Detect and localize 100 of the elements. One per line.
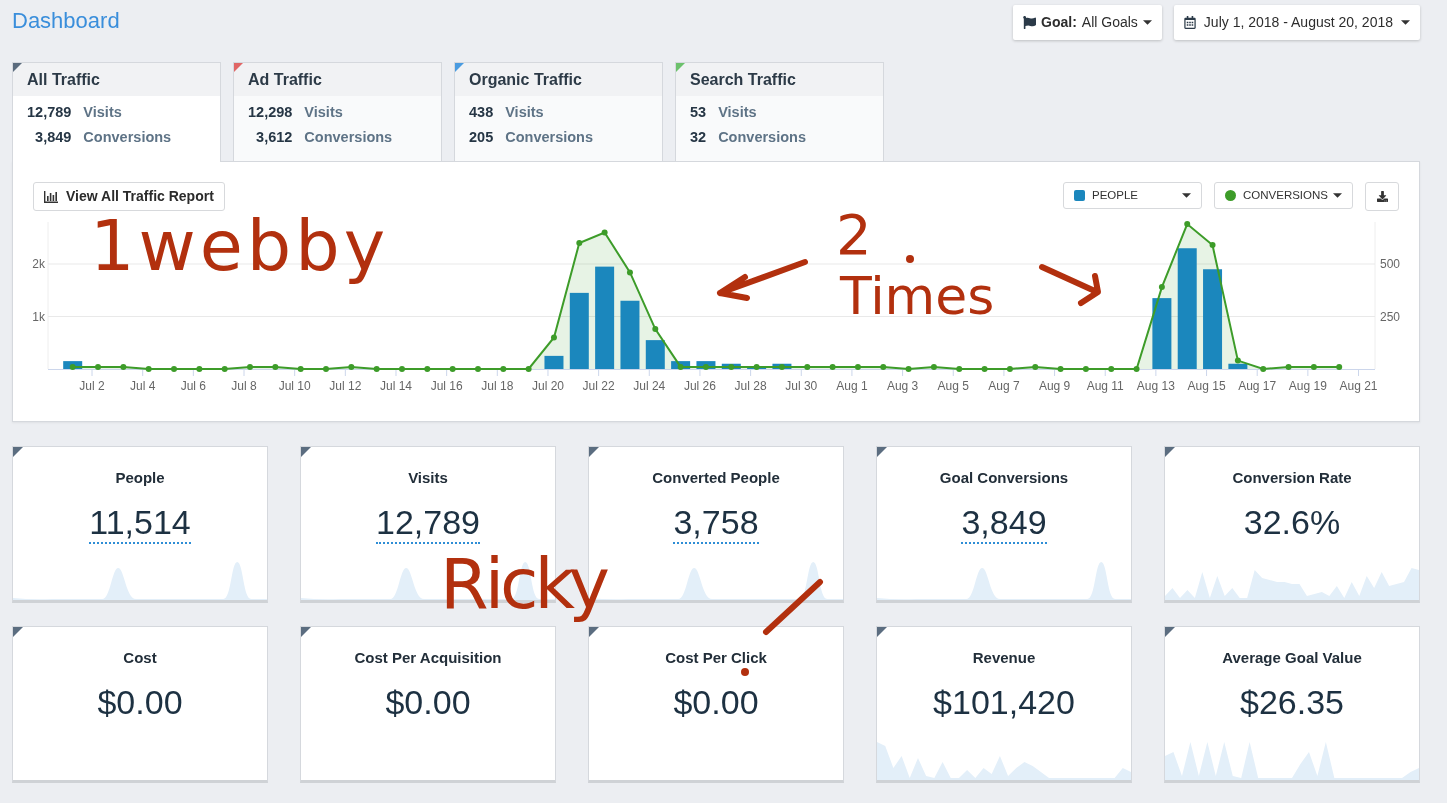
- data-point: [677, 363, 684, 370]
- metric-value: $0.00: [385, 682, 471, 723]
- axis-label: Jul 16: [430, 379, 463, 393]
- arrow-icon: [1036, 262, 1104, 308]
- data-point: [1184, 221, 1191, 228]
- axis-label: Aug 13: [1136, 379, 1175, 393]
- data-point: [601, 229, 608, 236]
- data-point: [576, 240, 583, 246]
- data-point: [550, 334, 557, 341]
- axis-label: Aug 11: [1086, 379, 1124, 393]
- data-point: [1158, 284, 1165, 291]
- data-point: [1057, 366, 1064, 372]
- series-dropdown[interactable]: CONVERSIONS: [1214, 182, 1353, 209]
- metric-title: Converted People: [652, 468, 780, 488]
- ink-dot-icon: [741, 668, 749, 676]
- metric-title: People: [115, 468, 165, 488]
- data-point: [1285, 363, 1292, 370]
- download-icon: [1376, 191, 1388, 202]
- conversions-count: 32: [690, 128, 707, 147]
- metric-value: 3,758: [673, 502, 759, 544]
- corner-marker-icon: [1165, 627, 1175, 637]
- corner-marker-icon: [589, 447, 599, 457]
- tab-title: All Traffic: [27, 69, 100, 90]
- data-point: [956, 366, 963, 372]
- series-dropdown[interactable]: PEOPLE: [1063, 182, 1202, 209]
- bar-chart-icon: [44, 190, 58, 203]
- corner-marker-icon: [589, 627, 599, 637]
- axis-label: Jul 18: [481, 379, 514, 393]
- data-point: [981, 366, 988, 372]
- data-point: [247, 363, 253, 370]
- chart-bar: [620, 300, 640, 369]
- metric-title: Cost: [123, 648, 157, 668]
- date-range-dropdown[interactable]: July 1, 2018 - August 20, 2018: [1173, 5, 1420, 40]
- axis-label: Aug 21: [1339, 379, 1378, 393]
- data-point: [1108, 366, 1115, 372]
- data-point: [500, 366, 507, 372]
- data-point: [145, 366, 152, 372]
- metric-title: Cost Per Acquisition: [354, 648, 502, 668]
- data-point: [1310, 363, 1317, 370]
- data-point: [930, 363, 937, 370]
- corner-marker-icon: [13, 447, 23, 457]
- data-point: [323, 366, 329, 372]
- axis-label: 1k: [32, 309, 45, 324]
- corner-marker-icon: [301, 627, 311, 637]
- data-point: [778, 363, 785, 370]
- download-button[interactable]: [1365, 182, 1399, 211]
- data-point: [880, 363, 887, 370]
- data-point: [196, 366, 203, 372]
- axis-label: Jul 6: [180, 379, 207, 393]
- corner-marker-icon: [1165, 447, 1175, 457]
- traffic-tab[interactable]: Search Traffic 53 Visits 32 Conversions: [675, 62, 884, 161]
- data-point: [120, 363, 127, 370]
- ink-dot-icon: [906, 255, 914, 263]
- axis-label: Jul 12: [329, 379, 362, 393]
- traffic-tab[interactable]: Organic Traffic 438 Visits 205 Conversions: [454, 62, 663, 161]
- metric-value: $0.00: [97, 682, 183, 723]
- visits-count: 53: [690, 103, 707, 122]
- ink-stroke-icon: [762, 578, 824, 636]
- traffic-tab[interactable]: Ad Traffic 12,298 Visits 3,612 Conversions: [233, 62, 442, 161]
- axis-label: Aug 15: [1187, 379, 1226, 393]
- data-point: [829, 363, 836, 370]
- axis-label: Jul 20: [531, 379, 564, 393]
- data-point: [95, 363, 102, 370]
- data-point: [424, 366, 431, 372]
- data-point: [702, 363, 709, 370]
- corner-marker-icon: [877, 627, 887, 637]
- caret-icon: [1182, 193, 1191, 198]
- axis-label: Jul 10: [278, 379, 311, 393]
- axis-label: Jul 28: [734, 379, 767, 393]
- axis-label: 500: [1380, 257, 1401, 271]
- data-point: [728, 363, 735, 370]
- metric-title: Cost Per Click: [665, 648, 767, 668]
- data-point: [626, 269, 633, 276]
- axis-label: Aug 9: [1038, 379, 1071, 393]
- metric-value: 11,514: [89, 502, 191, 544]
- data-point: [1032, 363, 1039, 370]
- caret-icon: [1333, 193, 1342, 198]
- traffic-tab[interactable]: All Traffic 12,789 Visits 3,849 Conversions: [12, 62, 221, 162]
- axis-label: Jul 2: [79, 379, 105, 393]
- data-point: [1234, 357, 1241, 364]
- metric-value: $0.00: [673, 682, 759, 723]
- data-point: [373, 366, 380, 372]
- data-point: [297, 366, 304, 372]
- conversions-label: Conversions: [83, 128, 172, 147]
- visits-label: Visits: [83, 103, 123, 122]
- visits-label: Visits: [718, 103, 758, 122]
- metric-title: Conversion Rate: [1232, 468, 1352, 488]
- data-point: [348, 363, 355, 370]
- axis-label: Jul 22: [582, 379, 615, 393]
- axis-label: Jul 24: [633, 379, 666, 393]
- conversions-label: Conversions: [718, 128, 806, 147]
- data-point: [272, 363, 279, 370]
- data-point: [399, 366, 405, 372]
- data-point: [221, 366, 228, 372]
- goal-dropdown[interactable]: Goal: All Goals: [1013, 5, 1162, 40]
- data-point: [171, 366, 177, 372]
- report-button[interactable]: View All Traffic Report: [33, 182, 225, 211]
- data-point: [1336, 363, 1343, 370]
- conversions-count: 3,612: [255, 128, 293, 147]
- handwritten-note: Ricky: [440, 549, 608, 626]
